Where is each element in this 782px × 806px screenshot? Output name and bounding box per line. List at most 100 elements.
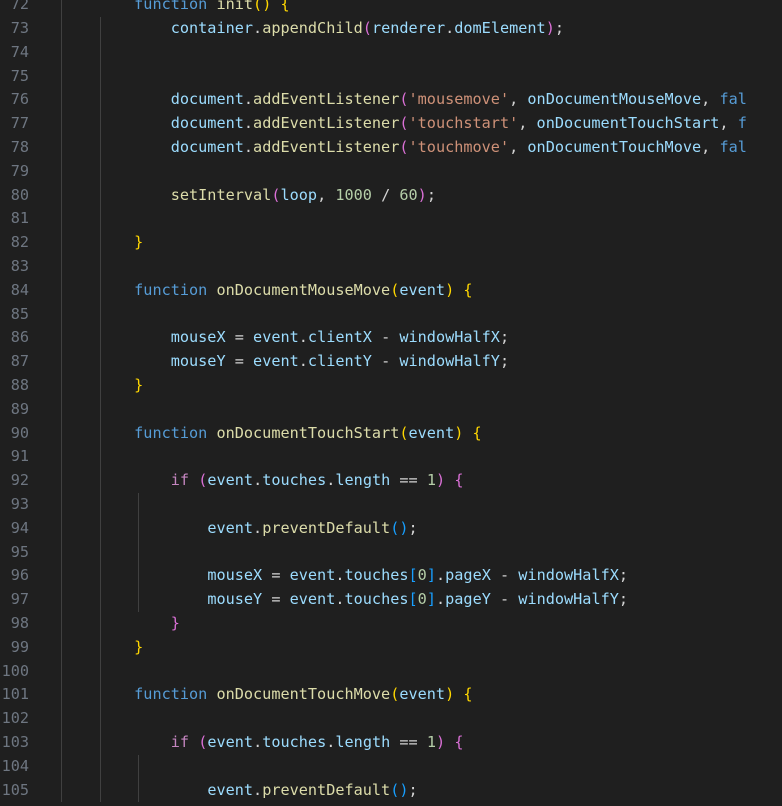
code-token: . — [253, 732, 263, 751]
code-token: event — [289, 590, 336, 609]
code-token: ; — [499, 352, 510, 371]
code-line[interactable]: 80 setInterval(loop, 1000 / 60); — [0, 184, 782, 208]
code-token: ] — [426, 566, 436, 585]
code-token: ; — [408, 780, 418, 799]
code-line[interactable]: 93 — [0, 493, 782, 517]
code-line[interactable]: 99 } — [0, 636, 782, 660]
line-number: 104 — [1, 756, 29, 775]
code-token: document — [170, 90, 244, 109]
code-token: document — [170, 137, 244, 156]
code-token: preventDefault — [262, 780, 391, 799]
code-token: if — [170, 471, 190, 490]
code-line[interactable]: 98 } — [0, 612, 782, 636]
line-code: mouseX = event.touches[0].pageX - window… — [61, 564, 628, 588]
code-token: . — [243, 114, 254, 133]
code-token: touches — [344, 590, 409, 609]
code-line[interactable]: 82 } — [0, 231, 782, 255]
code-token: . — [298, 328, 308, 347]
code-token: , — [518, 114, 537, 133]
code-line[interactable]: 86 mouseX = event.clientX - windowHalfX; — [0, 326, 782, 350]
code-line[interactable]: 95 — [0, 541, 782, 565]
code-editor[interactable]: 72 function init() {73 container.appendC… — [0, 0, 782, 806]
code-line[interactable]: 72 function init() { — [0, 0, 782, 17]
code-line[interactable]: 81 — [0, 207, 782, 231]
code-token: mouseX — [170, 328, 226, 347]
code-token: . — [243, 90, 254, 109]
code-token: 1 — [426, 732, 436, 751]
code-line[interactable]: 101 function onDocumentTouchMove(event) … — [0, 683, 782, 707]
line-number: 80 — [10, 185, 29, 204]
code-line[interactable]: 75 — [0, 65, 782, 89]
code-line[interactable]: 78 document.addEventListener('touchmove'… — [0, 136, 782, 160]
code-token: . — [435, 590, 446, 609]
line-number: 89 — [10, 399, 29, 418]
code-token: ) — [436, 471, 446, 490]
code-line[interactable]: 97 mouseY = event.touches[0].pageY - win… — [0, 588, 782, 612]
code-token: , — [701, 90, 720, 109]
code-token: [ — [408, 590, 418, 609]
code-token: function — [134, 0, 208, 14]
code-line[interactable]: 91 — [0, 445, 782, 469]
code-token: event — [408, 423, 455, 442]
line-number: 81 — [10, 209, 29, 228]
code-line[interactable]: 89 — [0, 398, 782, 422]
code-line[interactable]: 96 mouseX = event.touches[0].pageX - win… — [0, 564, 782, 588]
code-token: onDocumentMouseMove — [216, 280, 391, 299]
line-number: 94 — [10, 518, 29, 537]
code-line[interactable]: 79 — [0, 160, 782, 184]
code-token: () — [253, 0, 272, 14]
code-token: renderer — [371, 18, 446, 37]
line-number: 97 — [10, 590, 29, 609]
line-code: function onDocumentMouseMove(event) { — [61, 279, 472, 303]
code-token: onDocumentTouchStart — [216, 423, 400, 442]
code-token: ( — [399, 114, 409, 133]
code-token: fal — [719, 137, 747, 156]
code-token: mouseX — [207, 566, 263, 585]
code-token: onDocumentMouseMove — [527, 90, 702, 109]
code-token: addEventListener — [253, 114, 400, 133]
code-token: , — [509, 90, 528, 109]
code-token: - — [371, 328, 400, 347]
line-number: 75 — [10, 66, 29, 85]
code-line[interactable]: 83 — [0, 255, 782, 279]
code-line[interactable]: 90 function onDocumentTouchStart(event) … — [0, 422, 782, 446]
code-token: touches — [262, 732, 327, 751]
code-line[interactable]: 103 if (event.touches.length == 1) { — [0, 731, 782, 755]
code-line[interactable]: 76 document.addEventListener('mousemove'… — [0, 88, 782, 112]
code-token: onDocumentTouchMove — [527, 137, 702, 156]
code-token: 1 — [426, 471, 436, 490]
code-line[interactable]: 102 — [0, 707, 782, 731]
code-token: () — [390, 518, 409, 537]
code-line[interactable]: 73 container.appendChild(renderer.domEle… — [0, 17, 782, 41]
code-line[interactable]: 92 if (event.touches.length == 1) { — [0, 469, 782, 493]
code-line[interactable]: 77 document.addEventListener('touchstart… — [0, 112, 782, 136]
code-line[interactable]: 85 — [0, 303, 782, 327]
code-line[interactable]: 88 } — [0, 374, 782, 398]
code-line[interactable]: 100 — [0, 660, 782, 684]
code-line[interactable]: 105 event.preventDefault(); — [0, 779, 782, 803]
line-code: document.addEventListener('touchstart', … — [61, 112, 747, 136]
code-line[interactable]: 84 function onDocumentMouseMove(event) { — [0, 279, 782, 303]
code-line[interactable]: 87 mouseY = event.clientY - windowHalfY; — [0, 350, 782, 374]
line-number: 102 — [1, 709, 29, 728]
code-token: . — [335, 590, 345, 609]
code-line[interactable]: 74 — [0, 41, 782, 65]
code-token: ) — [545, 18, 555, 37]
code-token: pageX — [445, 566, 491, 585]
code-line[interactable]: 94 event.preventDefault(); — [0, 517, 782, 541]
code-token: init — [216, 0, 254, 14]
code-token: ( — [390, 685, 400, 704]
line-code: container.appendChild(renderer.domElemen… — [61, 17, 564, 41]
code-token: = — [225, 352, 254, 371]
code-token: ; — [426, 185, 436, 204]
code-line[interactable]: 104 — [0, 755, 782, 779]
code-token: windowHalfY — [399, 352, 500, 371]
code-token: = — [225, 328, 254, 347]
